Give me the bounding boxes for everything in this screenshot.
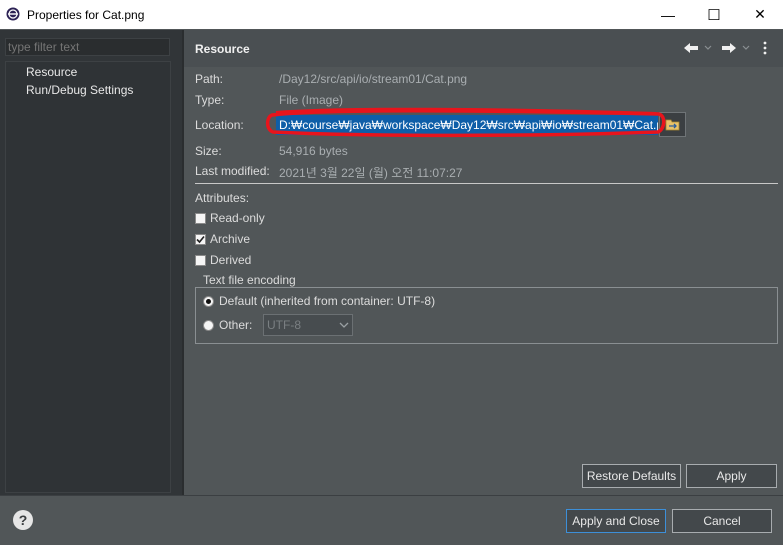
tree-item-resource[interactable]: Resource [26,65,77,79]
read-only-checkbox[interactable]: Read-only [195,210,265,226]
vertical-ellipsis-icon [763,41,767,55]
other-encoding-label: Other: [219,318,253,332]
arrow-right-icon [722,43,736,53]
open-folder-icon [665,119,679,130]
close-button[interactable]: ✕ [737,0,783,29]
view-menu-button[interactable] [763,40,767,56]
path-value: /Day12/src/api/io/stream01/Cat.png [279,72,468,86]
derived-label: Derived [210,253,252,267]
page-header: Resource [184,30,783,67]
eclipse-app-icon [6,7,20,21]
checkbox-box[interactable] [195,233,206,245]
apply-and-close-button[interactable]: Apply and Close [566,509,666,533]
help-icon: ? [18,512,28,528]
left-pane: Resource Run/Debug Settings [0,30,182,495]
page-title: Resource [195,42,250,56]
page-tree: Resource Run/Debug Settings [5,61,171,493]
arrow-left-icon [684,43,698,53]
tree-item-run-debug-settings[interactable]: Run/Debug Settings [26,83,133,97]
attributes-heading: Attributes: [195,191,250,205]
back-button[interactable] [683,40,712,56]
checkbox-box[interactable] [195,212,206,224]
last-modified-value: 2021년 3월 22일 (월) 오전 11:07:27 [279,166,463,180]
chevron-down-icon [704,45,712,50]
radio-circle[interactable] [203,295,214,307]
close-icon: ✕ [754,6,766,22]
path-label: Path: [195,72,224,86]
radio-circle[interactable] [203,319,214,331]
default-encoding-label: Default (inherited from container: UTF-8… [219,294,436,308]
minimize-button[interactable]: — [645,0,691,29]
chevron-down-icon [742,45,750,50]
type-value: File (Image) [279,93,344,107]
filter-input[interactable] [5,38,170,56]
size-value: 54,916 bytes [279,144,348,158]
maximize-button[interactable]: ☐ [691,0,737,29]
default-encoding-radio[interactable]: Default (inherited from container: UTF-8… [203,293,435,309]
forward-button[interactable] [721,40,750,56]
red-highlight-annotation [265,107,666,138]
read-only-label: Read-only [210,211,265,225]
archive-checkbox[interactable]: Archive [195,231,250,247]
encoding-combo[interactable]: UTF-8 [263,314,353,336]
text-file-encoding-title: Text file encoding [201,273,298,287]
minimize-icon: — [661,6,675,23]
apply-button[interactable]: Apply [686,464,777,488]
checkmark-icon [196,235,205,243]
pane-divider[interactable] [182,30,184,495]
maximize-icon: ☐ [707,6,721,24]
size-label: Size: [195,144,222,158]
window-titlebar: Properties for Cat.png — ☐ ✕ [0,0,783,29]
derived-checkbox[interactable]: Derived [195,252,251,268]
chevron-down-icon [339,322,349,328]
cancel-button[interactable]: Cancel [672,509,772,533]
help-button[interactable]: ? [13,510,33,530]
window-title: Properties for Cat.png [27,8,145,22]
location-label: Location: [195,118,244,132]
checkbox-box[interactable] [195,254,206,266]
restore-defaults-button[interactable]: Restore Defaults [582,464,681,488]
other-encoding-radio[interactable]: Other: [203,317,252,333]
last-modified-label: Last modified: [195,164,270,178]
footer-separator [0,495,783,496]
encoding-combo-value: UTF-8 [267,318,301,332]
type-label: Type: [195,93,225,107]
section-separator [195,183,778,184]
archive-label: Archive [210,232,251,246]
